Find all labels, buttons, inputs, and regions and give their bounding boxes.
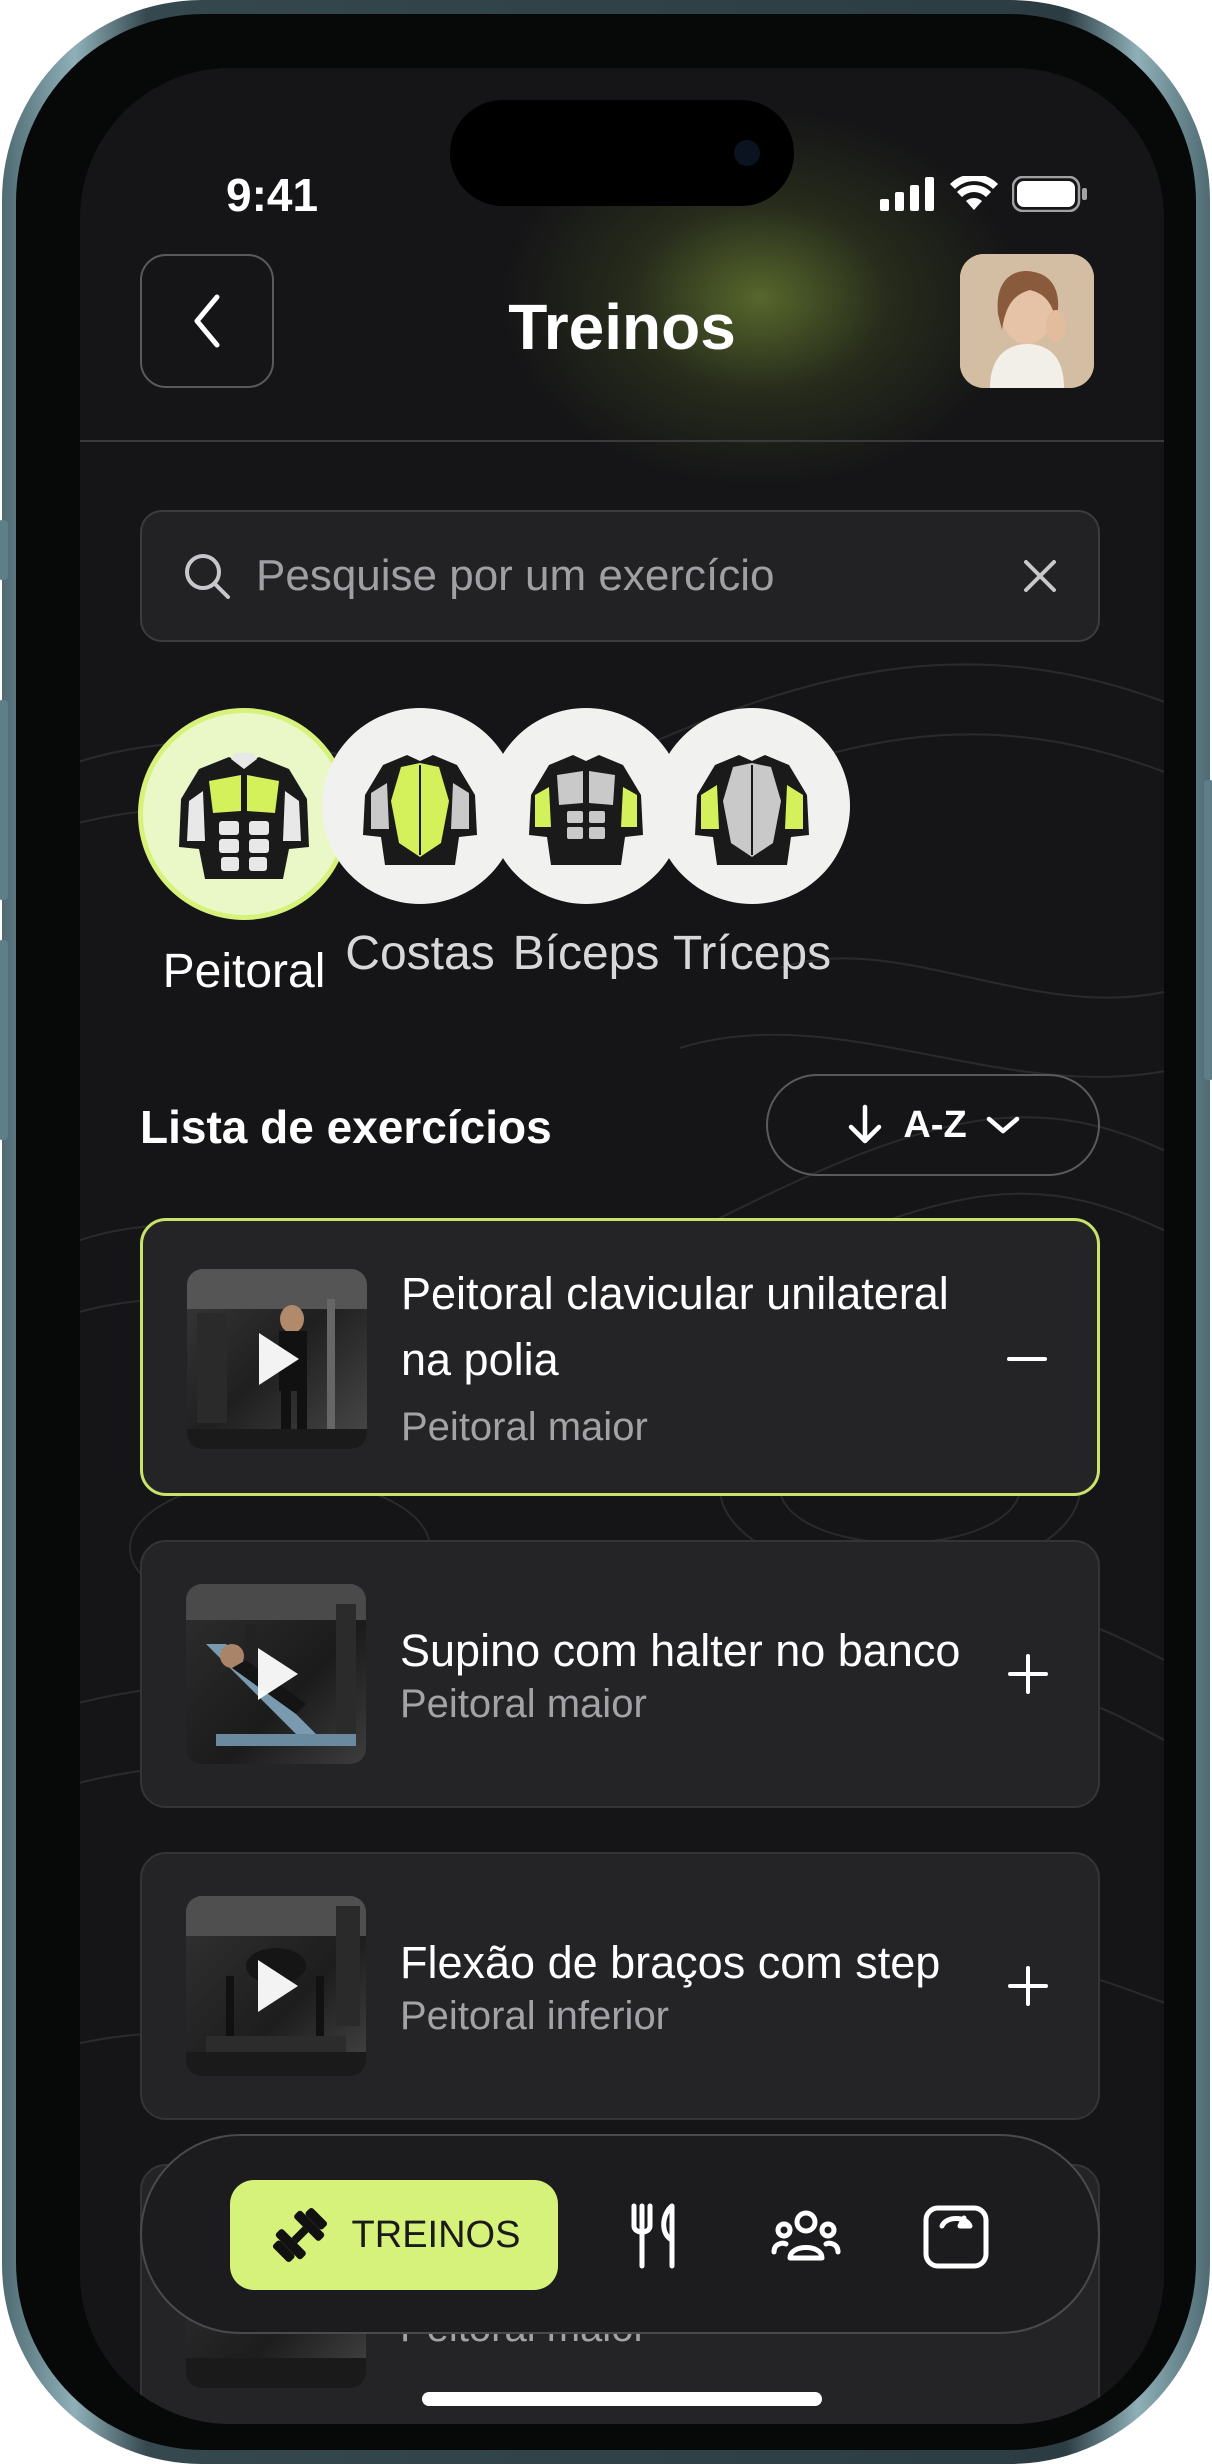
back-muscle-icon bbox=[363, 755, 477, 865]
play-icon bbox=[258, 1648, 298, 1700]
category-triceps-image bbox=[654, 708, 850, 904]
chevron-down-icon bbox=[986, 1116, 1019, 1134]
exercise-thumbnail[interactable] bbox=[187, 1269, 367, 1449]
nav-tab-nutrition[interactable] bbox=[622, 2200, 694, 2272]
bottom-navigation: TREINOS bbox=[140, 2134, 1100, 2334]
phone-bezel: 9:41 Treinos Pesquise por um exercício P… bbox=[16, 14, 1196, 2450]
nav-tab-treinos[interactable]: TREINOS bbox=[230, 2180, 558, 2290]
phone-frame: 9:41 Treinos Pesquise por um exercício P… bbox=[0, 0, 1212, 2464]
exercise-card[interactable]: Flexão de braços com step Peitoral infer… bbox=[140, 1852, 1100, 2120]
user-photo bbox=[960, 254, 1094, 388]
dynamic-island bbox=[450, 100, 794, 206]
nav-tab-scale[interactable] bbox=[920, 2200, 992, 2272]
exercise-title: Flexão de braços com step bbox=[400, 1937, 941, 1988]
exercise-title: Peitoral clavicular unilateral na polia bbox=[401, 1268, 949, 1385]
volume-up-button bbox=[0, 700, 8, 900]
add-icon[interactable] bbox=[1006, 1652, 1050, 1696]
exercise-list-title: Lista de exercícios bbox=[140, 1101, 552, 1153]
status-time: 9:41 bbox=[226, 169, 319, 221]
avatar[interactable] bbox=[960, 254, 1094, 388]
exercise-thumbnail[interactable] bbox=[186, 1584, 366, 1764]
play-icon bbox=[259, 1333, 299, 1385]
exercise-muscle: Peitoral maior bbox=[400, 1682, 647, 1726]
power-button bbox=[1204, 780, 1212, 1080]
wifi-icon bbox=[950, 176, 998, 210]
nav-tab-label: TREINOS bbox=[351, 2213, 521, 2256]
front-camera bbox=[734, 140, 760, 166]
exercise-muscle: Peitoral inferior bbox=[400, 1994, 670, 2038]
home-indicator bbox=[422, 2392, 822, 2406]
exercise-card[interactable]: Supino com halter no banco Peitoral maio… bbox=[140, 1540, 1100, 1808]
mute-switch bbox=[0, 520, 8, 580]
search-bar[interactable] bbox=[140, 510, 1100, 642]
sort-button[interactable]: A-Z bbox=[766, 1074, 1100, 1176]
exercise-title: Supino com halter no banco bbox=[400, 1625, 961, 1676]
category-triceps[interactable]: Tríceps bbox=[642, 708, 862, 981]
category-label: Tríceps bbox=[672, 927, 832, 980]
play-icon bbox=[258, 1960, 298, 2012]
exercise-muscle: Peitoral maior bbox=[401, 1405, 648, 1449]
sort-label: A-Z bbox=[903, 1103, 967, 1146]
app-screen: 9:41 Treinos Pesquise por um exercício P… bbox=[80, 68, 1164, 2424]
header-divider bbox=[80, 440, 1164, 442]
search-input[interactable] bbox=[256, 551, 1022, 601]
dumbbell-icon bbox=[272, 2207, 327, 2263]
status-icons bbox=[880, 176, 1088, 212]
exercise-card[interactable]: Peitoral clavicular unilateral na polia … bbox=[140, 1218, 1100, 1496]
nav-tab-community[interactable] bbox=[770, 2200, 842, 2272]
battery-icon bbox=[1012, 176, 1087, 212]
clear-icon[interactable] bbox=[1022, 558, 1058, 594]
exercise-thumbnail[interactable] bbox=[186, 1896, 366, 2076]
triceps-muscle-icon bbox=[695, 755, 809, 865]
chest-muscle-icon bbox=[179, 753, 309, 879]
arrow-down-icon bbox=[849, 1104, 882, 1144]
search-icon bbox=[185, 554, 230, 599]
biceps-muscle-icon bbox=[529, 755, 643, 865]
volume-down-button bbox=[0, 940, 8, 1140]
signal-icon bbox=[880, 177, 934, 211]
remove-icon[interactable] bbox=[1005, 1337, 1049, 1381]
add-icon[interactable] bbox=[1006, 1964, 1050, 2008]
